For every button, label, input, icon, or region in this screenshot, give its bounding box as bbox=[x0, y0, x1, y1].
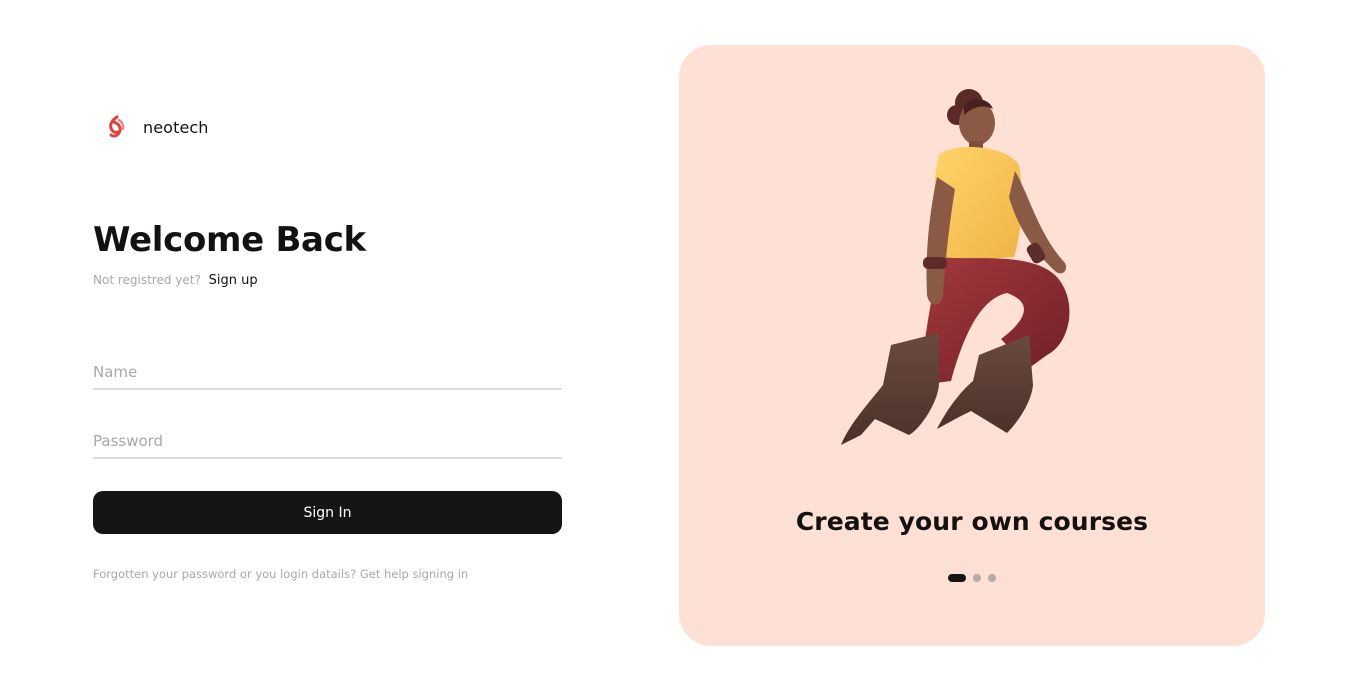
signup-prompt: Not registred yet? Sign up bbox=[93, 271, 258, 290]
not-registered-text: Not registred yet? bbox=[93, 273, 201, 287]
page-title: Welcome Back bbox=[93, 220, 366, 260]
carousel-pagination bbox=[679, 574, 1265, 582]
brand-name: neotech bbox=[143, 117, 209, 137]
brand-logo-icon bbox=[109, 115, 125, 138]
onboarding-carousel: Create your own courses bbox=[679, 45, 1265, 646]
brand[interactable]: neotech bbox=[105, 115, 209, 139]
flying-person-illustration bbox=[841, 89, 1070, 445]
name-input[interactable] bbox=[93, 356, 562, 390]
carousel-slide-title: Create your own courses bbox=[795, 507, 1149, 536]
password-input[interactable] bbox=[93, 425, 562, 459]
help-text: Forgotten your password or you login dat… bbox=[93, 567, 468, 581]
get-help-link[interactable]: Get help signing in bbox=[360, 567, 468, 581]
carousel-dot-2[interactable] bbox=[973, 574, 981, 582]
help-text-prefix: Forgotten your password or you login dat… bbox=[93, 567, 357, 581]
login-page: neotech Welcome Back Not registred yet? … bbox=[0, 0, 1360, 694]
signup-link[interactable]: Sign up bbox=[209, 273, 258, 288]
sign-in-button[interactable]: Sign In bbox=[93, 491, 562, 534]
carousel-dot-1[interactable] bbox=[948, 574, 966, 582]
carousel-dot-3[interactable] bbox=[988, 574, 996, 582]
